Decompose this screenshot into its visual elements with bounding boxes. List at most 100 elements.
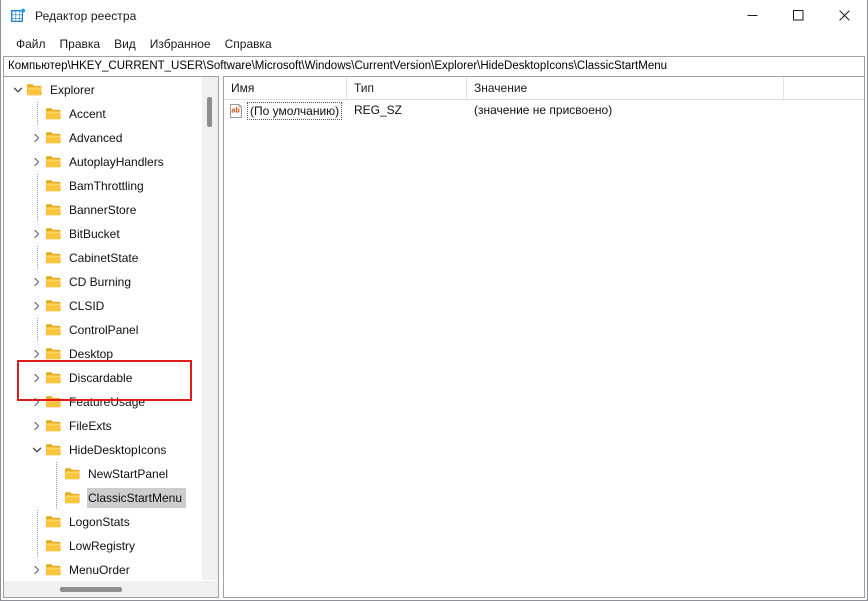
chevron-right-icon[interactable] xyxy=(29,342,45,366)
tree-node[interactable]: CabinetState xyxy=(4,246,201,270)
tree-node-content[interactable]: LowRegistry xyxy=(45,536,139,556)
tree-node-content[interactable]: BitBucket xyxy=(45,224,124,244)
tree-node[interactable]: LowRegistry xyxy=(4,534,201,558)
menu-item-help[interactable]: Справка xyxy=(218,33,279,55)
tree-node[interactable]: NewStartPanel xyxy=(4,462,201,486)
tree-node-content[interactable]: Explorer xyxy=(26,80,99,100)
folder-icon xyxy=(45,442,63,458)
menu-item-edit[interactable]: Правка xyxy=(53,33,108,55)
tree-node-content[interactable]: NewStartPanel xyxy=(64,464,172,484)
chevron-right-icon[interactable] xyxy=(29,558,45,580)
maximize-button[interactable] xyxy=(775,0,821,32)
chevron-right-icon[interactable] xyxy=(29,126,45,150)
tree-node[interactable]: Accent xyxy=(4,102,201,126)
tree-node[interactable]: BannerStore xyxy=(4,198,201,222)
tree-node-content[interactable]: CD Burning xyxy=(45,272,135,292)
tree-node[interactable]: MenuOrder xyxy=(4,558,201,580)
tree-node-label: Accent xyxy=(69,107,106,121)
folder-icon xyxy=(45,178,63,194)
tree-node[interactable]: CLSID xyxy=(4,294,201,318)
tree-node[interactable]: LogonStats xyxy=(4,510,201,534)
column-header[interactable]: Тип xyxy=(347,77,467,100)
chevron-right-icon[interactable] xyxy=(29,390,45,414)
tree-node-label: CLSID xyxy=(69,299,105,313)
address-path-text: Компьютер\HKEY_CURRENT_USER\Software\Mic… xyxy=(8,60,668,72)
tree-node[interactable]: FeatureUsage xyxy=(4,390,201,414)
tree-node-content[interactable]: FeatureUsage xyxy=(45,392,149,412)
string-value-icon: ab xyxy=(228,103,244,119)
tree-node-content[interactable]: CLSID xyxy=(45,296,108,316)
tree-horizontal-scroll-thumb[interactable] xyxy=(60,587,122,592)
tree-node[interactable]: CD Burning xyxy=(4,270,201,294)
menu-item-favorites[interactable]: Избранное xyxy=(143,33,218,55)
menu-item-view[interactable]: Вид xyxy=(107,33,143,55)
folder-icon xyxy=(45,562,63,578)
address-bar[interactable]: Компьютер\HKEY_CURRENT_USER\Software\Mic… xyxy=(3,56,865,77)
tree-node-label: CD Burning xyxy=(69,275,132,289)
tree-node-content[interactable]: HideDesktopIcons xyxy=(45,440,170,460)
chevron-right-icon[interactable] xyxy=(29,270,45,294)
tree-node-content[interactable]: CabinetState xyxy=(45,248,142,268)
folder-icon xyxy=(64,466,82,482)
value-name-cell[interactable]: ab (По умолчанию) xyxy=(228,101,343,120)
tree-node-content[interactable]: FileExts xyxy=(45,416,116,436)
chevron-right-icon[interactable] xyxy=(29,414,45,438)
content-panes: Explorer Accent Advanced AutoplayHandlers Ba… xyxy=(3,76,865,598)
tree-horizontal-scrollbar[interactable] xyxy=(4,580,218,597)
tree-node-content[interactable]: Advanced xyxy=(45,128,126,148)
tree-node-content[interactable]: Desktop xyxy=(45,344,117,364)
tree-node-content[interactable]: AutoplayHandlers xyxy=(45,152,168,172)
title-bar: Редактор реестра xyxy=(1,0,867,32)
tree-node-content[interactable]: ControlPanel xyxy=(45,320,142,340)
tree-node-content[interactable]: MenuOrder xyxy=(45,560,134,580)
folder-icon xyxy=(45,322,63,338)
folder-icon xyxy=(45,514,63,530)
chevron-right-icon[interactable] xyxy=(29,222,45,246)
value-row[interactable]: ab (По умолчанию) REG_SZ (значение не присв… xyxy=(224,100,864,121)
tree-connector-line xyxy=(29,174,45,198)
tree-node-content[interactable]: BamThrottling xyxy=(45,176,148,196)
chevron-down-icon[interactable] xyxy=(29,438,45,462)
tree-node-content[interactable]: LogonStats xyxy=(45,512,134,532)
folder-icon xyxy=(45,226,63,242)
tree-node-content[interactable]: ClassicStartMenu xyxy=(64,488,187,508)
tree-connector-line xyxy=(29,246,45,270)
tree-node-content[interactable]: BannerStore xyxy=(45,200,140,220)
tree-node[interactable]: Discardable xyxy=(4,366,201,390)
tree-node[interactable]: ClassicStartMenu xyxy=(4,486,201,510)
tree-node[interactable]: BitBucket xyxy=(4,222,201,246)
tree-node[interactable]: Explorer xyxy=(4,78,201,102)
column-header[interactable]: Значение xyxy=(467,77,784,100)
close-button[interactable] xyxy=(821,0,867,32)
chevron-right-icon[interactable] xyxy=(29,150,45,174)
chevron-right-icon[interactable] xyxy=(29,366,45,390)
tree-node-content[interactable]: Discardable xyxy=(45,368,136,388)
tree-vertical-scrollbar[interactable] xyxy=(201,77,218,580)
folder-icon xyxy=(45,130,63,146)
values-row-area: ab (По умолчанию) REG_SZ (значение не присв… xyxy=(224,100,864,121)
chevron-down-icon[interactable] xyxy=(10,78,26,102)
tree-node[interactable]: ControlPanel xyxy=(4,318,201,342)
tree-node[interactable]: BamThrottling xyxy=(4,174,201,198)
tree-vertical-scroll-thumb[interactable] xyxy=(207,97,212,127)
tree-node-label: BamThrottling xyxy=(69,179,144,193)
menu-item-file[interactable]: Файл xyxy=(9,33,53,55)
tree-node[interactable]: AutoplayHandlers xyxy=(4,150,201,174)
chevron-right-icon[interactable] xyxy=(29,294,45,318)
tree-node[interactable]: Desktop xyxy=(4,342,201,366)
tree-node[interactable]: Advanced xyxy=(4,126,201,150)
menu-bar: Файл Правка Вид Избранное Справка xyxy=(1,32,867,56)
tree-connector-line xyxy=(48,462,64,486)
tree-node-content[interactable]: Accent xyxy=(45,104,110,124)
tree-node[interactable]: HideDesktopIcons xyxy=(4,438,201,462)
tree-node-label: ClassicStartMenu xyxy=(87,488,187,508)
minimize-button[interactable] xyxy=(729,0,775,32)
tree-node[interactable]: FileExts xyxy=(4,414,201,438)
column-header[interactable]: Имя xyxy=(224,77,347,100)
